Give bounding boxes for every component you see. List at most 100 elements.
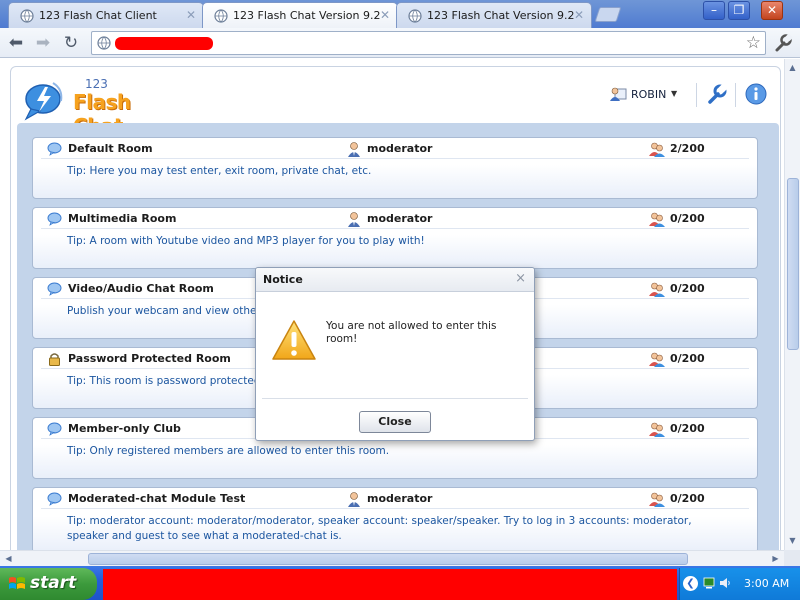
room-divider bbox=[41, 158, 749, 159]
room-tip: Tip: moderator account: moderator/modera… bbox=[67, 515, 692, 542]
room-name: Multimedia Room bbox=[68, 212, 177, 225]
windows-taskbar: start ❮ 3:00 AM bbox=[0, 566, 800, 600]
room-tip: Tip: Here you may test enter, exit room,… bbox=[67, 165, 372, 177]
globe-icon bbox=[408, 9, 422, 23]
user-name: ROBIN bbox=[631, 88, 667, 101]
app-header: 123 Flash Chat ROBIN ▼ bbox=[11, 67, 782, 138]
room-name: Video/Audio Chat Room bbox=[68, 282, 214, 295]
redacted-taskbar-region bbox=[103, 569, 677, 600]
header-divider bbox=[735, 83, 736, 107]
globe-icon bbox=[214, 9, 228, 23]
users-icon bbox=[649, 282, 665, 297]
room-item-multimedia-room[interactable]: Multimedia Room moderator 0/200 Tip: A r… bbox=[32, 207, 758, 269]
network-icon[interactable] bbox=[703, 577, 715, 589]
moderator-label: moderator bbox=[367, 492, 433, 505]
horizontal-scrollbar[interactable]: ◀ ▶ bbox=[0, 550, 784, 566]
minimize-button[interactable]: – bbox=[703, 1, 725, 20]
vertical-scrollbar[interactable]: ▲ ▼ bbox=[784, 59, 800, 550]
tab-close-icon[interactable]: ✕ bbox=[186, 8, 196, 22]
users-icon bbox=[649, 212, 665, 227]
moderator-label: moderator bbox=[367, 212, 433, 225]
info-icon[interactable] bbox=[745, 83, 767, 105]
browser-tab-2[interactable]: 123 Flash Chat Version 9.2 De ✕ bbox=[202, 2, 398, 28]
bookmark-star-icon[interactable]: ☆ bbox=[746, 33, 761, 53]
tab-title: 123 Flash Chat Client bbox=[39, 9, 157, 22]
browser-toolbar: ⬅ ➡ ↻ redacted ☆ bbox=[0, 28, 800, 58]
room-item-default-room[interactable]: Default Room moderator 2/200 Tip: Here y… bbox=[32, 137, 758, 199]
warning-icon bbox=[272, 320, 316, 360]
chat-bubble-icon bbox=[47, 212, 62, 226]
room-name: Moderated-chat Module Test bbox=[68, 492, 246, 505]
vertical-scroll-thumb[interactable] bbox=[787, 178, 799, 350]
room-divider bbox=[41, 508, 749, 509]
moderator-icon bbox=[348, 492, 360, 507]
sound-icon[interactable] bbox=[719, 577, 731, 589]
browser-tab-1[interactable]: 123 Flash Chat Client ✕ bbox=[8, 2, 204, 28]
scroll-up-icon[interactable]: ▲ bbox=[785, 61, 800, 75]
browser-tab-strip: 123 Flash Chat Client ✕ 123 Flash Chat V… bbox=[0, 0, 800, 28]
user-card-icon bbox=[610, 87, 627, 101]
windows-logo-icon bbox=[9, 577, 25, 589]
moderator-label: moderator bbox=[367, 142, 433, 155]
chat-bubble-icon bbox=[47, 422, 62, 436]
user-count: 0/200 bbox=[670, 492, 705, 505]
room-name: Password Protected Room bbox=[68, 352, 231, 365]
forward-button[interactable]: ➡ bbox=[33, 33, 53, 53]
moderator-icon bbox=[348, 212, 360, 227]
chat-bubble-icon bbox=[47, 282, 62, 296]
address-bar[interactable]: redacted ☆ bbox=[91, 31, 766, 55]
scrollbar-corner bbox=[784, 550, 800, 566]
redacted-url: redacted bbox=[115, 37, 213, 50]
globe-icon bbox=[97, 36, 111, 50]
tab-close-icon[interactable]: ✕ bbox=[380, 8, 390, 22]
users-icon bbox=[649, 142, 665, 157]
wrench-settings-icon[interactable] bbox=[706, 83, 728, 105]
dialog-close-icon[interactable]: × bbox=[515, 271, 526, 286]
users-icon bbox=[649, 492, 665, 507]
start-label: start bbox=[30, 573, 77, 593]
chat-bubble-icon bbox=[47, 492, 62, 506]
chevron-down-icon: ▼ bbox=[671, 89, 678, 98]
window-close-button[interactable]: ✕ bbox=[761, 1, 783, 20]
room-name: Default Room bbox=[68, 142, 153, 155]
flash-chat-logo: 123 Flash Chat bbox=[23, 73, 163, 138]
user-count: 0/200 bbox=[670, 212, 705, 225]
start-button[interactable]: start bbox=[0, 568, 97, 600]
system-clock: 3:00 AM bbox=[744, 577, 790, 590]
scroll-right-icon[interactable]: ▶ bbox=[768, 552, 783, 566]
tab-close-icon[interactable]: ✕ bbox=[574, 8, 584, 22]
dialog-message: You are not allowed to enter this room! bbox=[326, 320, 497, 345]
reload-button[interactable]: ↻ bbox=[61, 33, 81, 53]
maximize-button[interactable]: ❐ bbox=[728, 1, 750, 20]
room-name: Member-only Club bbox=[68, 422, 181, 435]
system-tray: ❮ 3:00 AM bbox=[679, 568, 800, 600]
room-divider bbox=[41, 228, 749, 229]
scroll-left-icon[interactable]: ◀ bbox=[1, 552, 16, 566]
room-tip: Tip: A room with Youtube video and MP3 p… bbox=[67, 235, 425, 247]
new-tab-button[interactable] bbox=[594, 7, 622, 22]
header-divider bbox=[696, 83, 697, 107]
back-button[interactable]: ⬅ bbox=[6, 33, 26, 53]
scroll-down-icon[interactable]: ▼ bbox=[785, 534, 800, 548]
moderator-icon bbox=[348, 142, 360, 157]
chat-bubble-logo-icon bbox=[24, 82, 63, 121]
lock-icon bbox=[49, 353, 60, 366]
wrench-icon[interactable] bbox=[773, 33, 793, 53]
tab-title: 123 Flash Chat Version 9.2 De bbox=[233, 9, 383, 22]
notice-dialog: Notice × You are not allowed to enter th… bbox=[255, 267, 535, 441]
users-icon bbox=[649, 352, 665, 367]
browser-tab-3[interactable]: 123 Flash Chat Version 9.2 De ✕ bbox=[396, 2, 592, 28]
room-item-moderated-chat-module-test[interactable]: Moderated-chat Module Test moderator 0/2… bbox=[32, 487, 758, 550]
tray-expand-icon[interactable]: ❮ bbox=[683, 576, 698, 591]
logo-number: 123 bbox=[85, 77, 108, 91]
user-count: 0/200 bbox=[670, 282, 705, 295]
dialog-titlebar: Notice × bbox=[256, 268, 534, 292]
dialog-title: Notice bbox=[263, 273, 303, 286]
globe-icon bbox=[20, 9, 34, 23]
user-count: 0/200 bbox=[670, 422, 705, 435]
user-count: 0/200 bbox=[670, 352, 705, 365]
user-count: 2/200 bbox=[670, 142, 705, 155]
dialog-close-button[interactable]: Close bbox=[359, 411, 431, 433]
dialog-divider bbox=[262, 398, 528, 399]
horizontal-scroll-thumb[interactable] bbox=[88, 553, 688, 565]
